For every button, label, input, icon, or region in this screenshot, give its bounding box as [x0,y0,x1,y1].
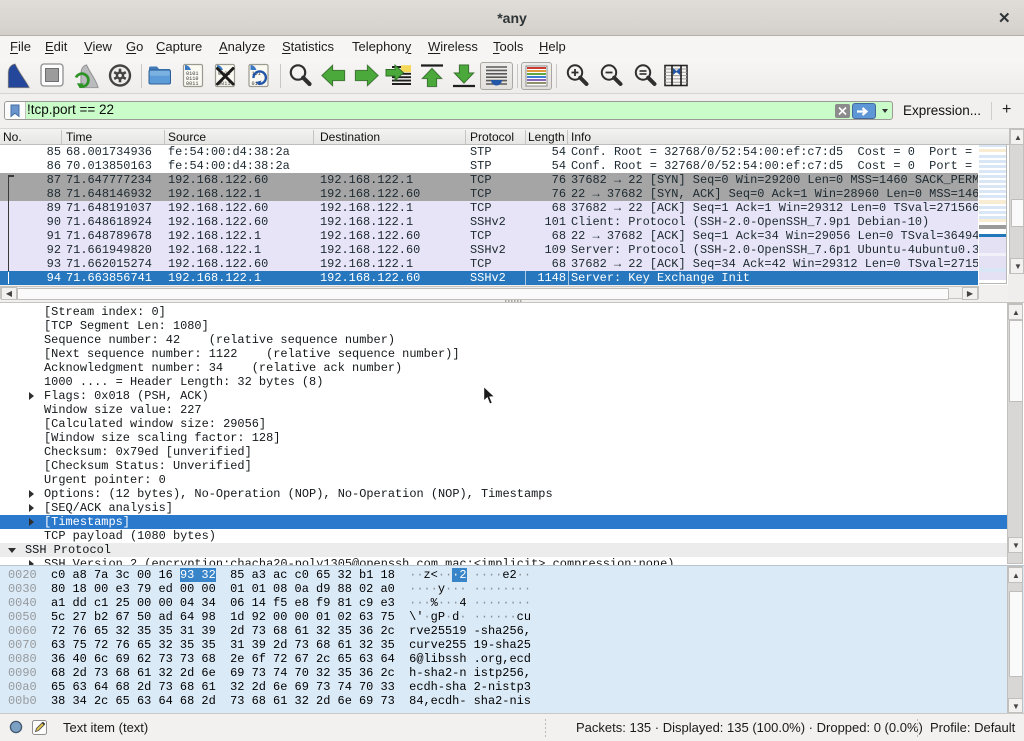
svg-text:0011: 0011 [186,81,198,87]
